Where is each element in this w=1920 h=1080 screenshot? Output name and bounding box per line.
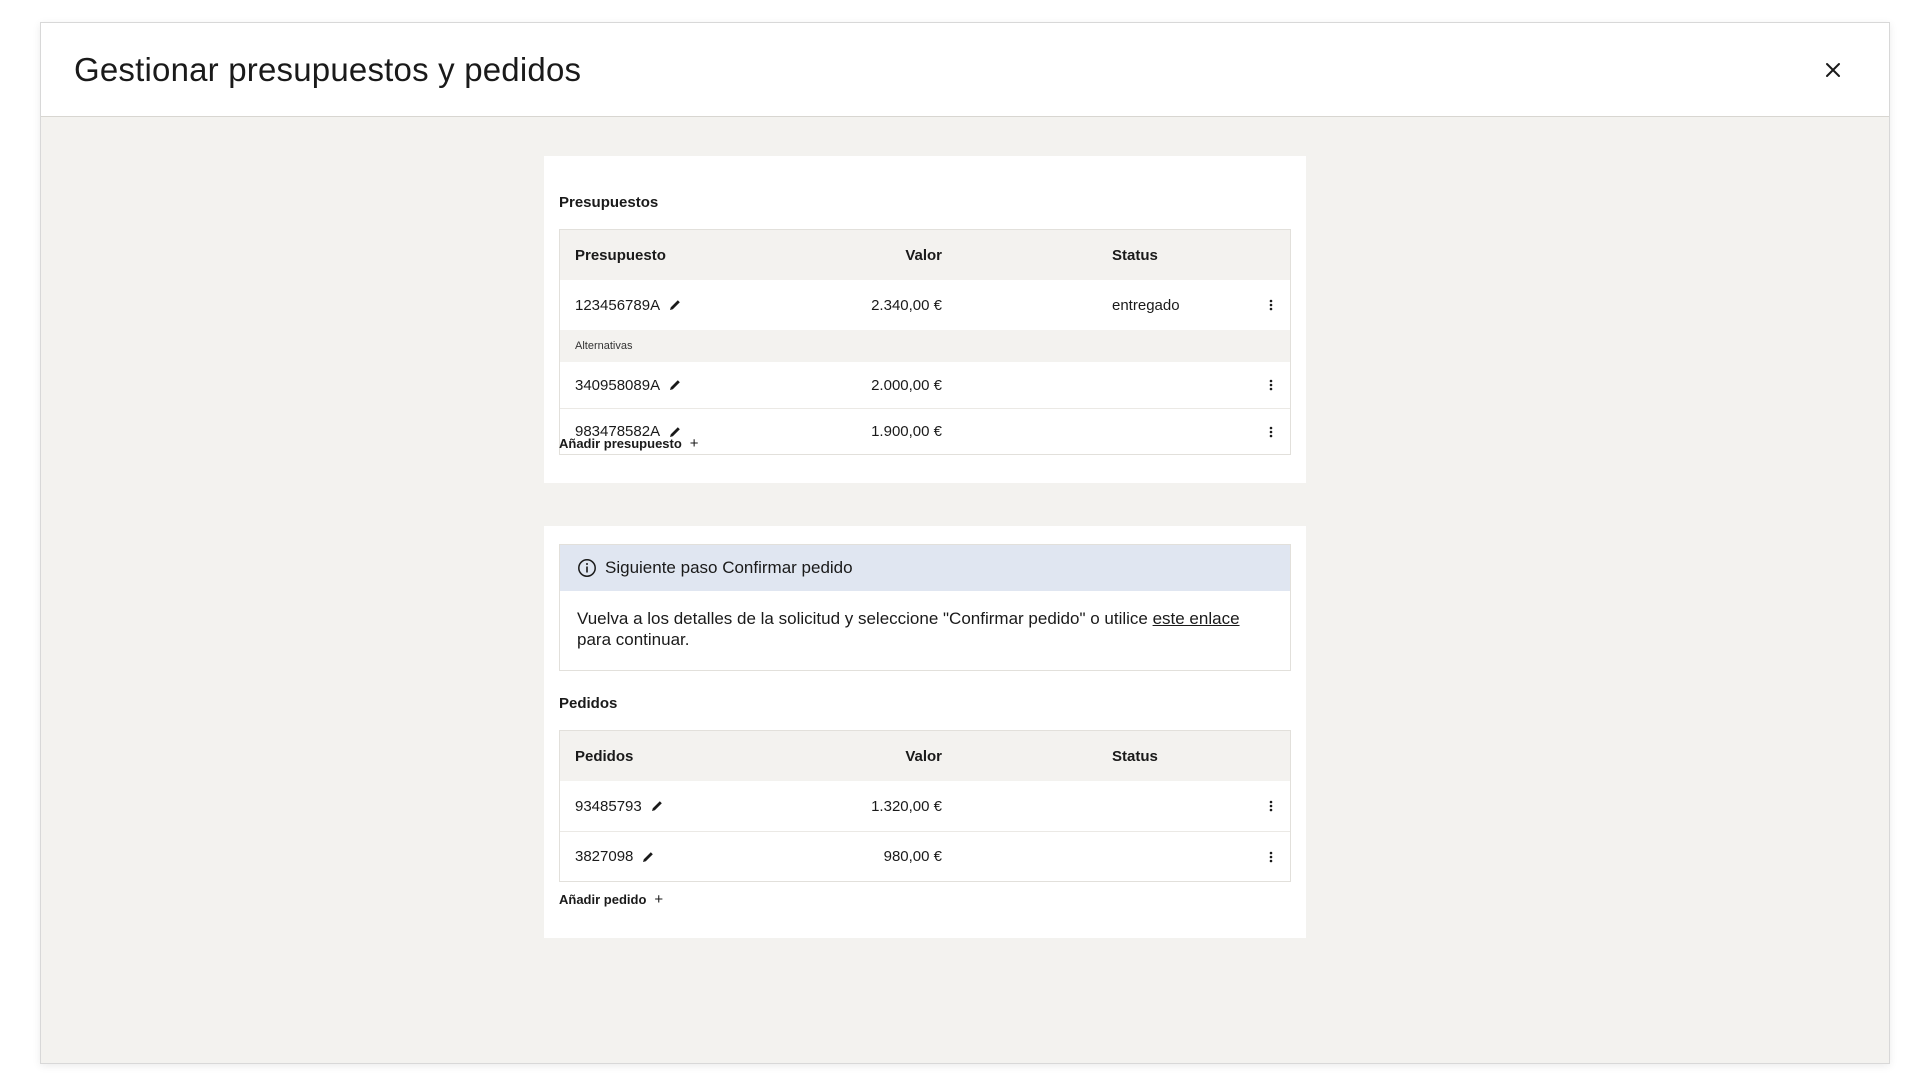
table-row: 123456789A 2.340,00 € entregado <box>560 280 1290 330</box>
quote-value: 2.000,00 € <box>871 376 942 394</box>
more-vertical-icon[interactable] <box>1266 295 1276 315</box>
add-order-button[interactable]: Añadir pedido + <box>559 891 663 908</box>
add-order-label: Añadir pedido <box>559 892 647 907</box>
quote-status: entregado <box>1112 296 1180 314</box>
column-header-status: Status <box>1112 246 1158 264</box>
close-button[interactable] <box>1817 54 1849 86</box>
next-step-notice: Siguiente paso Confirmar pedido Vuelva a… <box>559 544 1291 671</box>
notice-text: Vuelva a los detalles de la solicitud y … <box>577 609 1153 628</box>
column-header-quote: Presupuesto <box>575 246 666 264</box>
order-value: 1.320,00 € <box>871 797 942 815</box>
column-header-status: Status <box>1112 747 1158 765</box>
table-row: 3827098 980,00 € <box>560 831 1290 881</box>
orders-section-title: Pedidos <box>559 695 618 712</box>
dialog-title: Gestionar presupuestos y pedidos <box>74 50 582 88</box>
notice-link[interactable]: este enlace <box>1153 609 1240 628</box>
quote-value: 1.900,00 € <box>871 423 942 440</box>
orders-table-header: Pedidos Valor Status <box>560 731 1290 781</box>
order-id: 3827098 <box>575 848 634 865</box>
dialog-header: Gestionar presupuestos y pedidos <box>41 23 1889 117</box>
table-row: 93485793 1.320,00 € <box>560 781 1290 831</box>
quotes-table-header: Presupuesto Valor Status <box>560 230 1290 280</box>
notice-text-end: para continuar. <box>577 630 690 649</box>
notice-header: Siguiente paso Confirmar pedido <box>560 545 1290 591</box>
notice-title: Siguiente paso Confirmar pedido <box>605 558 853 577</box>
add-quote-label: Añadir presupuesto <box>559 436 682 451</box>
column-header-value: Valor <box>905 246 942 264</box>
plus-icon: + <box>689 435 699 452</box>
table-row: 340958089A 2.000,00 € <box>560 362 1290 408</box>
order-value: 980,00 € <box>883 848 942 865</box>
more-vertical-icon[interactable] <box>1266 796 1276 816</box>
more-vertical-icon[interactable] <box>1266 422 1276 442</box>
order-id: 93485793 <box>575 797 642 815</box>
close-icon <box>1826 63 1840 77</box>
quotes-section-title: Presupuestos <box>559 194 659 211</box>
quote-id: 123456789A <box>575 296 661 314</box>
quote-id: 340958089A <box>575 376 661 394</box>
add-quote-button[interactable]: Añadir presupuesto + <box>559 435 699 452</box>
pencil-icon[interactable] <box>668 378 682 392</box>
alternatives-label: Alternativas <box>575 340 633 352</box>
more-vertical-icon[interactable] <box>1266 847 1276 867</box>
column-header-order: Pedidos <box>575 747 634 765</box>
quotes-table: Presupuesto Valor Status 123456789A 2.34… <box>559 229 1291 455</box>
column-header-value: Valor <box>905 747 942 765</box>
quotes-card: Presupuestos Presupuesto Valor Status 12… <box>544 156 1306 483</box>
alternatives-subheader: Alternativas <box>560 330 1290 362</box>
info-icon <box>578 559 596 577</box>
plus-icon: + <box>654 891 664 908</box>
pencil-icon[interactable] <box>650 799 664 813</box>
pencil-icon[interactable] <box>668 298 682 312</box>
pencil-icon[interactable] <box>641 850 655 864</box>
more-vertical-icon[interactable] <box>1266 375 1276 395</box>
orders-card: Siguiente paso Confirmar pedido Vuelva a… <box>544 526 1306 938</box>
orders-table: Pedidos Valor Status 93485793 1.320,00 €… <box>559 730 1291 882</box>
notice-body: Vuelva a los detalles de la solicitud y … <box>560 591 1290 670</box>
quote-value: 2.340,00 € <box>871 296 942 314</box>
